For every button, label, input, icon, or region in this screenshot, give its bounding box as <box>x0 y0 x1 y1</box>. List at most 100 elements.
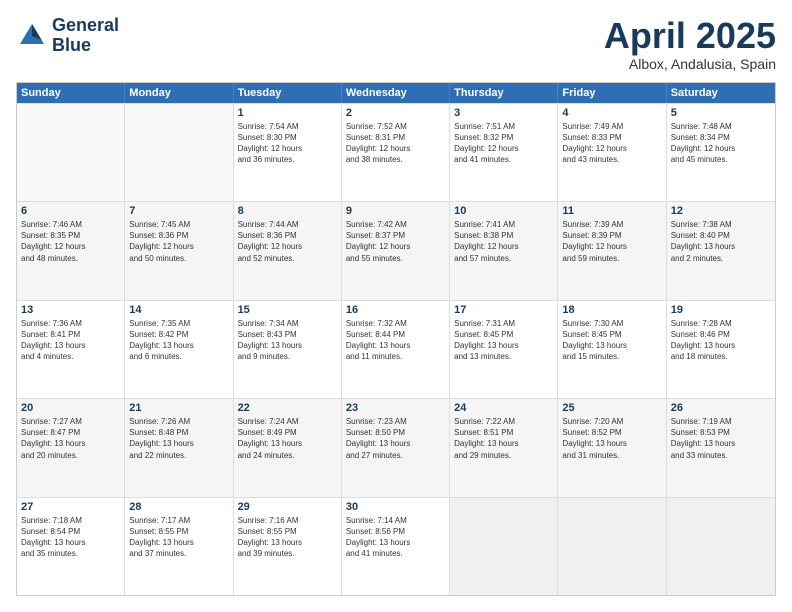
cell-info: Sunrise: 7:17 AM Sunset: 8:55 PM Dayligh… <box>129 515 228 560</box>
location-subtitle: Albox, Andalusia, Spain <box>604 56 776 72</box>
week-row-1: 1 Sunrise: 7:54 AM Sunset: 8:30 PM Daylig… <box>17 103 775 201</box>
cell-day-number: 6 <box>21 205 120 217</box>
calendar-cell-4: 4Sunrise: 7:49 AM Sunset: 8:33 PM Daylig… <box>558 104 666 201</box>
calendar-cell-27: 27 Sunrise: 7:18 AM Sunset: 8:54 PM Dayli… <box>17 498 125 595</box>
calendar-cell-10: 10Sunrise: 7:41 AM Sunset: 8:38 PM Dayli… <box>450 202 558 299</box>
cell-day-number: 23 <box>346 402 445 414</box>
calendar-cell-17: 17 Sunrise: 7:31 AM Sunset: 8:45 PM Dayli… <box>450 301 558 398</box>
cell-day-number: 19 <box>671 304 771 316</box>
calendar-cell-26: 26Sunrise: 7:19 AM Sunset: 8:53 PM Dayli… <box>667 399 775 496</box>
cell-info: Sunrise: 7:19 AM Sunset: 8:53 PM Dayligh… <box>671 416 771 461</box>
cell-day-number: 1 <box>238 107 337 119</box>
calendar-cell-19: 19 Sunrise: 7:28 AM Sunset: 8:46 PM Dayli… <box>667 301 775 398</box>
calendar-cell-24: 24 Sunrise: 7:22 AM Sunset: 8:51 PM Dayli… <box>450 399 558 496</box>
day-header-saturday: Saturday <box>667 83 775 103</box>
calendar: SundayMondayTuesdayWednesdayThursdayFrid… <box>16 82 776 596</box>
cell-info: Sunrise: 7:46 AM Sunset: 8:35 PM Dayligh… <box>21 219 120 264</box>
day-headers: SundayMondayTuesdayWednesdayThursdayFrid… <box>17 83 775 103</box>
cell-day-number: 8 <box>238 205 337 217</box>
calendar-cell-empty <box>667 498 775 595</box>
cell-info: Sunrise: 7:36 AM Sunset: 8:41 PM Dayligh… <box>21 318 120 363</box>
calendar-cell-16: 16 Sunrise: 7:32 AM Sunset: 8:44 PM Dayli… <box>342 301 450 398</box>
cell-day-number: 16 <box>346 304 445 316</box>
cell-day-number: 3 <box>454 107 553 119</box>
cell-day-number: 11 <box>562 205 661 217</box>
calendar-cell-15: 15 Sunrise: 7:34 AM Sunset: 8:43 PM Dayli… <box>234 301 342 398</box>
calendar-cell-20: 20 Sunrise: 7:27 AM Sunset: 8:47 PM Dayli… <box>17 399 125 496</box>
calendar-cell-11: 11 Sunrise: 7:39 AM Sunset: 8:39 PM Dayli… <box>558 202 666 299</box>
calendar-cell-empty <box>125 104 233 201</box>
calendar-cell-18: 18 Sunrise: 7:30 AM Sunset: 8:45 PM Dayli… <box>558 301 666 398</box>
calendar-cell-empty <box>450 498 558 595</box>
calendar-cell-23: 23 Sunrise: 7:23 AM Sunset: 8:50 PM Dayli… <box>342 399 450 496</box>
logo-text: General Blue <box>52 16 119 56</box>
cell-info: Sunrise: 7:51 AM Sunset: 8:32 PM Dayligh… <box>454 121 553 166</box>
cell-info: Sunrise: 7:39 AM Sunset: 8:39 PM Dayligh… <box>562 219 661 264</box>
cell-info: Sunrise: 7:31 AM Sunset: 8:45 PM Dayligh… <box>454 318 553 363</box>
cell-info: Sunrise: 7:22 AM Sunset: 8:51 PM Dayligh… <box>454 416 553 461</box>
cell-day-number: 24 <box>454 402 553 414</box>
cell-info: Sunrise: 7:32 AM Sunset: 8:44 PM Dayligh… <box>346 318 445 363</box>
calendar-cell-22: 22Sunrise: 7:24 AM Sunset: 8:49 PM Dayli… <box>234 399 342 496</box>
cell-day-number: 5 <box>671 107 771 119</box>
cell-day-number: 4 <box>562 107 661 119</box>
cell-info: Sunrise: 7:48 AM Sunset: 8:34 PM Dayligh… <box>671 121 771 166</box>
calendar-cell-28: 28 Sunrise: 7:17 AM Sunset: 8:55 PM Dayli… <box>125 498 233 595</box>
day-header-friday: Friday <box>558 83 666 103</box>
calendar-cell-2: 2 Sunrise: 7:52 AM Sunset: 8:31 PM Daylig… <box>342 104 450 201</box>
calendar-cell-14: 14Sunrise: 7:35 AM Sunset: 8:42 PM Dayli… <box>125 301 233 398</box>
calendar-cell-25: 25Sunrise: 7:20 AM Sunset: 8:52 PM Dayli… <box>558 399 666 496</box>
header: General Blue April 2025 Albox, Andalusia… <box>16 16 776 72</box>
cell-info: Sunrise: 7:34 AM Sunset: 8:43 PM Dayligh… <box>238 318 337 363</box>
cell-day-number: 13 <box>21 304 120 316</box>
cell-day-number: 27 <box>21 501 120 513</box>
day-header-wednesday: Wednesday <box>342 83 450 103</box>
cell-info: Sunrise: 7:20 AM Sunset: 8:52 PM Dayligh… <box>562 416 661 461</box>
cell-info: Sunrise: 7:54 AM Sunset: 8:30 PM Dayligh… <box>238 121 337 166</box>
cell-info: Sunrise: 7:27 AM Sunset: 8:47 PM Dayligh… <box>21 416 120 461</box>
calendar-cell-3: 3 Sunrise: 7:51 AM Sunset: 8:32 PM Daylig… <box>450 104 558 201</box>
cell-day-number: 17 <box>454 304 553 316</box>
logo: General Blue <box>16 16 119 56</box>
week-row-5: 27 Sunrise: 7:18 AM Sunset: 8:54 PM Dayli… <box>17 497 775 595</box>
cell-day-number: 28 <box>129 501 228 513</box>
cell-info: Sunrise: 7:24 AM Sunset: 8:49 PM Dayligh… <box>238 416 337 461</box>
calendar-cell-12: 12Sunrise: 7:38 AM Sunset: 8:40 PM Dayli… <box>667 202 775 299</box>
cell-info: Sunrise: 7:16 AM Sunset: 8:55 PM Dayligh… <box>238 515 337 560</box>
calendar-cell-13: 13 Sunrise: 7:36 AM Sunset: 8:41 PM Dayli… <box>17 301 125 398</box>
cell-day-number: 2 <box>346 107 445 119</box>
month-title: April 2025 <box>604 16 776 56</box>
calendar-cell-30: 30Sunrise: 7:14 AM Sunset: 8:56 PM Dayli… <box>342 498 450 595</box>
calendar-cell-8: 8 Sunrise: 7:44 AM Sunset: 8:36 PM Daylig… <box>234 202 342 299</box>
cell-day-number: 9 <box>346 205 445 217</box>
calendar-cell-21: 21 Sunrise: 7:26 AM Sunset: 8:48 PM Dayli… <box>125 399 233 496</box>
cell-info: Sunrise: 7:14 AM Sunset: 8:56 PM Dayligh… <box>346 515 445 560</box>
cell-info: Sunrise: 7:52 AM Sunset: 8:31 PM Dayligh… <box>346 121 445 166</box>
cell-day-number: 20 <box>21 402 120 414</box>
cell-info: Sunrise: 7:28 AM Sunset: 8:46 PM Dayligh… <box>671 318 771 363</box>
week-row-2: 6 Sunrise: 7:46 AM Sunset: 8:35 PM Daylig… <box>17 201 775 299</box>
day-header-monday: Monday <box>125 83 233 103</box>
cell-day-number: 29 <box>238 501 337 513</box>
cell-info: Sunrise: 7:30 AM Sunset: 8:45 PM Dayligh… <box>562 318 661 363</box>
calendar-cell-1: 1 Sunrise: 7:54 AM Sunset: 8:30 PM Daylig… <box>234 104 342 201</box>
day-header-thursday: Thursday <box>450 83 558 103</box>
cell-info: Sunrise: 7:41 AM Sunset: 8:38 PM Dayligh… <box>454 219 553 264</box>
cell-day-number: 7 <box>129 205 228 217</box>
week-row-3: 13 Sunrise: 7:36 AM Sunset: 8:41 PM Dayli… <box>17 300 775 398</box>
cell-info: Sunrise: 7:45 AM Sunset: 8:36 PM Dayligh… <box>129 219 228 264</box>
page: General Blue April 2025 Albox, Andalusia… <box>0 0 792 612</box>
cell-info: Sunrise: 7:26 AM Sunset: 8:48 PM Dayligh… <box>129 416 228 461</box>
cell-day-number: 15 <box>238 304 337 316</box>
calendar-body: 1 Sunrise: 7:54 AM Sunset: 8:30 PM Daylig… <box>17 103 775 595</box>
cell-day-number: 18 <box>562 304 661 316</box>
logo-icon <box>16 20 48 52</box>
calendar-cell-empty <box>17 104 125 201</box>
cell-day-number: 14 <box>129 304 228 316</box>
day-header-tuesday: Tuesday <box>234 83 342 103</box>
cell-day-number: 21 <box>129 402 228 414</box>
cell-info: Sunrise: 7:18 AM Sunset: 8:54 PM Dayligh… <box>21 515 120 560</box>
cell-info: Sunrise: 7:44 AM Sunset: 8:36 PM Dayligh… <box>238 219 337 264</box>
cell-day-number: 12 <box>671 205 771 217</box>
cell-info: Sunrise: 7:23 AM Sunset: 8:50 PM Dayligh… <box>346 416 445 461</box>
